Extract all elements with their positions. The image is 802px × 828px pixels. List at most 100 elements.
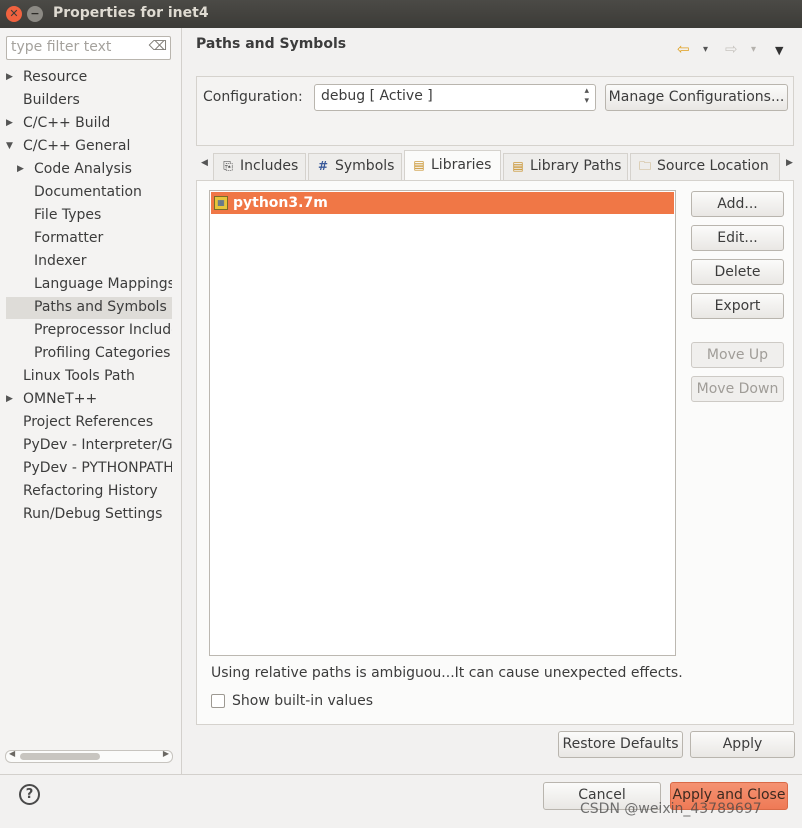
configuration-value: debug [ Active ]: [321, 88, 433, 104]
sidebar-item[interactable]: ▶ Code Analysis: [6, 159, 172, 181]
configuration-select[interactable]: debug [ Active ] ▴ ▾: [314, 84, 596, 111]
sidebar-item-label: C/C++ General: [23, 138, 131, 154]
libraries-panel: ▦ python3.7m Add... Edit... Delete Expor…: [196, 180, 794, 725]
forward-arrow-icon: ⇨: [725, 40, 738, 58]
configuration-group: Configuration: debug [ Active ] ▴ ▾ Manag…: [196, 76, 794, 146]
tab-libraries[interactable]: ▤ Libraries: [404, 150, 501, 181]
sidebar-item[interactable]: Project References: [6, 412, 172, 434]
chevron-right-icon[interactable]: ▶: [6, 389, 13, 410]
tabs-scroll-left-icon[interactable]: ◀: [201, 158, 208, 168]
sidebar-item-label: Builders: [23, 92, 80, 108]
list-item[interactable]: ▦ python3.7m: [211, 192, 674, 214]
sidebar-item[interactable]: Builders: [6, 90, 172, 112]
relative-paths-note: Using relative paths is ambiguou...It ca…: [211, 665, 683, 681]
footer-separator: [0, 774, 802, 775]
back-dropdown-icon[interactable]: ▾: [703, 44, 708, 55]
clear-icon[interactable]: ⌫: [149, 39, 167, 54]
move-up-button[interactable]: Move Up: [691, 342, 784, 368]
tab-symbols[interactable]: # Symbols: [308, 153, 402, 180]
tab-includes[interactable]: ⎘ Includes: [213, 153, 306, 180]
sidebar-item-label: Formatter: [34, 230, 104, 246]
sidebar-item[interactable]: Language Mappings: [6, 274, 172, 296]
delete-button[interactable]: Delete: [691, 259, 784, 285]
books-icon: ▤: [413, 158, 425, 172]
sidebar-item[interactable]: Preprocessor Include Paths, Macros etc.: [6, 320, 172, 342]
edit-button[interactable]: Edit...: [691, 225, 784, 251]
page-title: Paths and Symbols: [196, 36, 347, 52]
show-builtin-checkbox[interactable]: Show built-in values: [211, 693, 373, 709]
back-arrow-icon[interactable]: ⇦: [677, 40, 690, 58]
configuration-label: Configuration:: [203, 89, 303, 105]
tabs-scroll-right-icon[interactable]: ▶: [786, 158, 793, 168]
sidebar-item-label: C/C++ Build: [23, 115, 111, 131]
library-paths-icon: ▤: [512, 159, 524, 173]
help-icon[interactable]: ?: [19, 784, 40, 805]
chevron-right-icon[interactable]: ▶: [6, 67, 13, 88]
libraries-list[interactable]: ▦ python3.7m: [209, 190, 676, 656]
sidebar-item[interactable]: PyDev - PYTHONPATH: [6, 458, 172, 480]
hash-icon: #: [317, 159, 329, 173]
sidebar-item[interactable]: Indexer: [6, 251, 172, 273]
show-builtin-label: Show built-in values: [232, 693, 374, 709]
sidebar-item[interactable]: File Types: [6, 205, 172, 227]
forward-dropdown-icon: ▾: [751, 44, 757, 55]
sidebar-item-label: Run/Debug Settings: [23, 506, 163, 522]
view-menu-icon[interactable]: ▼: [775, 44, 783, 57]
folder-icon: 🗀: [638, 159, 651, 173]
sidebar-item-label: Project References: [23, 414, 154, 430]
sidebar-item-label: Resource: [23, 69, 88, 85]
sidebar: type filter text ⌫ ▶ Resource Builders ▶ C/C…: [0, 28, 182, 774]
sidebar-item[interactable]: ▶ C/C++ Build: [6, 113, 172, 135]
sidebar-item[interactable]: Paths and Symbols: [6, 297, 172, 319]
sidebar-item[interactable]: ▼ C/C++ General: [6, 136, 172, 158]
sidebar-item-label: File Types: [34, 207, 102, 223]
tab-source-location[interactable]: 🗀 Source Location: [630, 153, 780, 180]
sidebar-item[interactable]: Refactoring History: [6, 481, 172, 503]
sidebar-item-label: PyDev - Interpreter/Grammar: [23, 437, 172, 453]
checkbox-box[interactable]: [211, 694, 225, 708]
sidebar-item-label: Preprocessor Include Paths, Macros etc.: [34, 322, 172, 338]
sidebar-item-label: Indexer: [34, 253, 87, 269]
tab-label: Symbols: [335, 158, 395, 174]
tab-label: Libraries: [431, 157, 492, 173]
window-title: Properties for inet4: [53, 5, 209, 21]
move-down-button[interactable]: Move Down: [691, 376, 784, 402]
scroll-left-icon[interactable]: ◀: [9, 749, 15, 758]
apply-button[interactable]: Apply: [690, 731, 795, 758]
sidebar-item-label: Profiling Categories: [34, 345, 171, 361]
export-button[interactable]: Export: [691, 293, 784, 319]
scrollbar-thumb[interactable]: [20, 753, 100, 760]
scroll-right-icon[interactable]: ▶: [163, 749, 169, 758]
watermark: CSDN @weixin_43789697: [580, 801, 762, 817]
sidebar-item[interactable]: Documentation: [6, 182, 172, 204]
sidebar-item-label: PyDev - PYTHONPATH: [23, 460, 172, 476]
sidebar-item[interactable]: PyDev - Interpreter/Grammar: [6, 435, 172, 457]
select-arrows-icon: ▴ ▾: [584, 86, 589, 106]
tab-label: Includes: [240, 158, 299, 174]
filter-input[interactable]: type filter text ⌫: [6, 36, 171, 60]
minimize-icon[interactable]: −: [27, 6, 43, 22]
sidebar-item[interactable]: Run/Debug Settings: [6, 504, 172, 526]
library-icon: ▦: [214, 196, 228, 210]
horizontal-scrollbar[interactable]: ◀ ▶: [5, 749, 173, 763]
sidebar-item-label: Language Mappings: [34, 276, 172, 292]
sidebar-item[interactable]: Linux Tools Path: [6, 366, 172, 388]
chevron-right-icon[interactable]: ▶: [6, 113, 13, 134]
sidebar-item-label: Refactoring History: [23, 483, 158, 499]
tab-bar: ◀ ⎘ Includes # Symbols ▤ Libraries ▤ Library…: [196, 150, 798, 181]
library-label: python3.7m: [233, 195, 328, 211]
sidebar-item[interactable]: ▶ OMNeT++: [6, 389, 172, 411]
window-titlebar: ✕ − Properties for inet4: [0, 0, 802, 28]
sidebar-item[interactable]: ▶ Resource: [6, 67, 172, 89]
filter-placeholder: type filter text: [11, 39, 112, 55]
tab-label: Source Location: [657, 158, 769, 174]
sidebar-item[interactable]: Formatter: [6, 228, 172, 250]
close-icon[interactable]: ✕: [6, 6, 22, 22]
restore-defaults-button[interactable]: Restore Defaults: [558, 731, 683, 758]
chevron-right-icon[interactable]: ▶: [17, 159, 24, 180]
sidebar-item[interactable]: Profiling Categories: [6, 343, 172, 365]
tab-library-paths[interactable]: ▤ Library Paths: [503, 153, 628, 180]
manage-configurations-button[interactable]: Manage Configurations...: [605, 84, 788, 111]
chevron-down-icon[interactable]: ▼: [6, 136, 13, 157]
add-button[interactable]: Add...: [691, 191, 784, 217]
